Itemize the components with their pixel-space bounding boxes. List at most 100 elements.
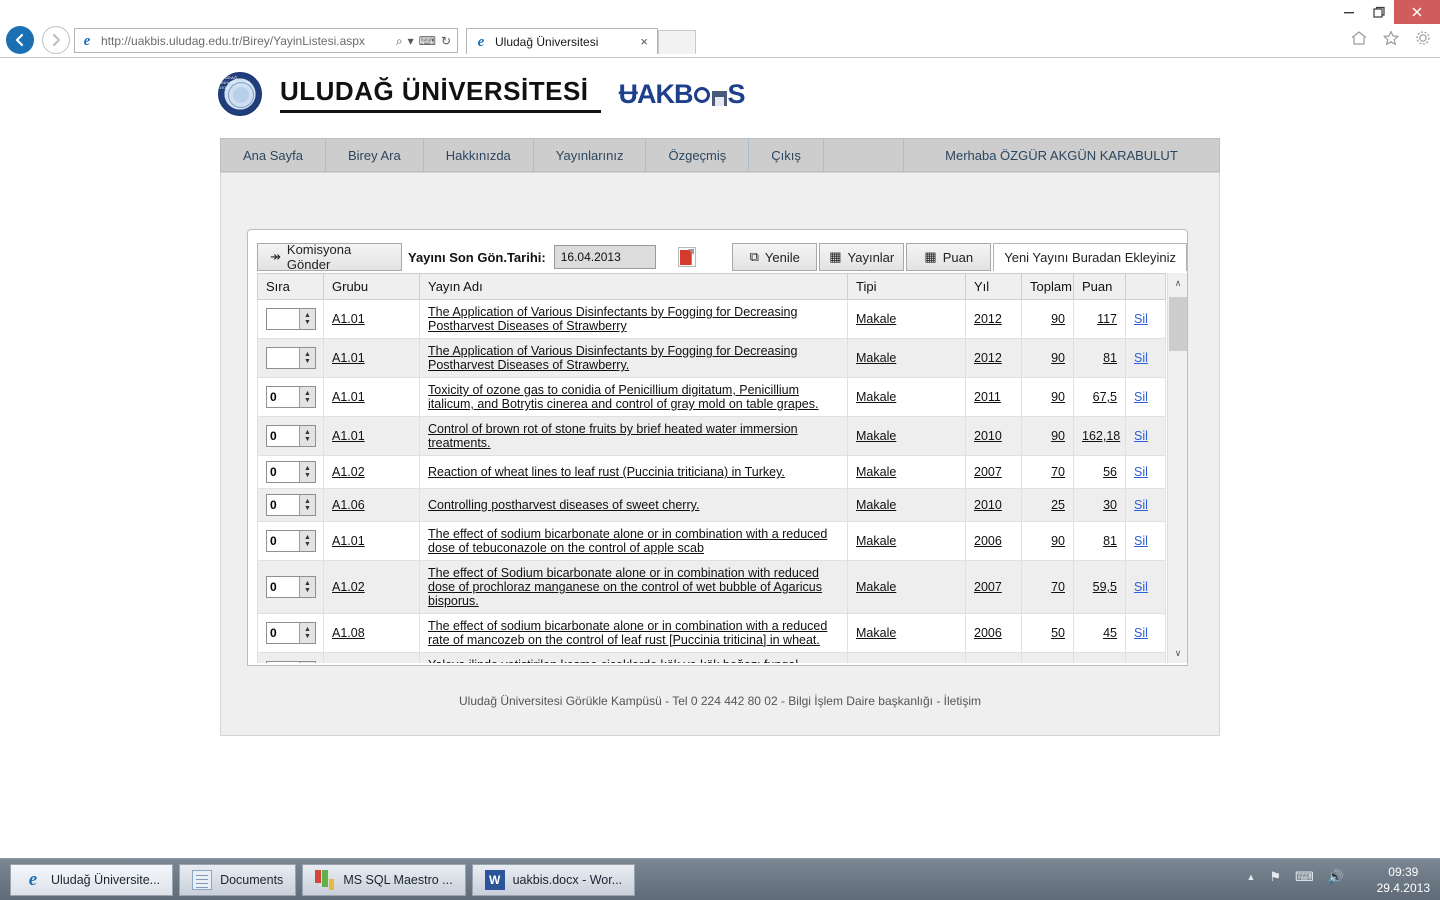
cell-puan[interactable]: 117 bbox=[1073, 299, 1126, 339]
cell-grubu-link[interactable]: A1.02 bbox=[332, 580, 365, 594]
order-value[interactable]: 0 bbox=[267, 495, 299, 515]
cell-yayin-adi-link[interactable]: The effect of sodium bicarbonate alone o… bbox=[428, 619, 827, 647]
stepper-arrows[interactable]: ▲▼ bbox=[299, 623, 315, 643]
stepper-arrows[interactable]: ▲▼ bbox=[299, 577, 315, 597]
cell-yil-link[interactable]: 2007 bbox=[974, 465, 1002, 479]
cell-grubu-link[interactable]: A1.01 bbox=[332, 351, 365, 365]
cell-tipi[interactable]: Makale bbox=[847, 299, 966, 339]
stepper-arrows[interactable]: ▲▼ bbox=[299, 531, 315, 551]
search-icon[interactable]: ⌕ bbox=[396, 35, 403, 47]
cell-sil[interactable]: Sil bbox=[1125, 521, 1166, 561]
gear-icon[interactable] bbox=[1414, 29, 1432, 47]
taskbar-item-documents[interactable]: Documents bbox=[179, 864, 297, 896]
cell-grubu[interactable]: A1.02 bbox=[323, 560, 420, 614]
cell-sil-link[interactable]: Sil bbox=[1134, 465, 1148, 479]
cell-yayin-adi[interactable]: Controlling postharvest diseases of swee… bbox=[419, 488, 848, 522]
cell-sil-link[interactable]: Sil bbox=[1134, 351, 1148, 365]
add-new-publication-tab[interactable]: Yeni Yayını Buradan Ekleyiniz bbox=[993, 243, 1187, 271]
chevron-up-icon[interactable]: ▲ bbox=[304, 580, 311, 587]
cell-yil[interactable]: 2010 bbox=[965, 416, 1022, 456]
cell-puan[interactable]: 45 bbox=[1073, 613, 1126, 653]
cell-grubu-link[interactable]: A1.06 bbox=[332, 498, 365, 512]
cell-grubu[interactable]: A1.01 bbox=[323, 299, 420, 339]
address-bar[interactable]: e ⌕ ▾ ⌨ ↻ bbox=[74, 28, 458, 53]
cell-toplam-link[interactable]: 70 bbox=[1051, 580, 1065, 594]
nav-item-ana-sayfa[interactable]: Ana Sayfa bbox=[221, 139, 326, 171]
order-value[interactable] bbox=[267, 348, 299, 368]
cell-tipi-link[interactable]: Makale bbox=[856, 351, 896, 365]
cell-puan-link[interactable]: 117 bbox=[1097, 312, 1117, 326]
cell-yil-link[interactable]: 2012 bbox=[974, 351, 1002, 365]
cell-tipi[interactable]: Makale bbox=[847, 377, 966, 417]
cell-grubu-link[interactable]: A1.01 bbox=[332, 429, 365, 443]
cell-toplam-link[interactable]: 90 bbox=[1051, 534, 1065, 548]
cell-grubu[interactable]: A1.01 bbox=[323, 338, 420, 378]
cell-yayin-adi[interactable]: The Application of Various Disinfectants… bbox=[419, 338, 848, 378]
order-stepper[interactable]: 0▲▼ bbox=[266, 494, 316, 516]
cell-yayin-adi[interactable]: Toxicity of ozone gas to conidia of Peni… bbox=[419, 377, 848, 417]
cell-puan-link[interactable]: 56 bbox=[1103, 465, 1117, 479]
cell-yil-link[interactable]: 2010 bbox=[974, 498, 1002, 512]
cell-toplam[interactable]: 90 bbox=[1021, 521, 1074, 561]
cell-puan-link[interactable]: 162,18 bbox=[1082, 429, 1120, 443]
order-stepper[interactable]: ▲ ▼ bbox=[266, 308, 316, 330]
back-button[interactable] bbox=[6, 26, 34, 54]
compatibility-view-icon[interactable]: ⌨ bbox=[419, 35, 436, 47]
show-hidden-icons-icon[interactable]: ▲ bbox=[1246, 872, 1255, 882]
cell-tipi-link[interactable]: Makale bbox=[856, 312, 896, 326]
send-to-commission-button[interactable]: ↠ Komisyona Gönder bbox=[257, 242, 402, 272]
home-icon[interactable] bbox=[1350, 29, 1368, 47]
refresh-button[interactable]: ⧉ Yenile bbox=[732, 243, 818, 271]
cell-toplam-link[interactable]: 90 bbox=[1051, 429, 1065, 443]
cell-grubu-link[interactable]: A1.01 bbox=[332, 390, 365, 404]
cell-grubu-link[interactable]: A1.01 bbox=[332, 534, 365, 548]
chevron-up-icon[interactable]: ▲ bbox=[304, 465, 311, 472]
cell-tipi-link[interactable]: Makale bbox=[856, 390, 896, 404]
address-input[interactable] bbox=[95, 32, 396, 49]
cell-yil[interactable]: 2012 bbox=[965, 338, 1022, 378]
cell-grubu-link[interactable]: A1.01 bbox=[332, 312, 365, 326]
order-stepper[interactable]: 0▲▼ bbox=[266, 530, 316, 552]
cell-puan-link[interactable]: 30 bbox=[1103, 498, 1117, 512]
scroll-down-icon[interactable]: ∨ bbox=[1168, 643, 1187, 663]
cell-yayin-adi-link[interactable]: The effect of Sodium bicarbonate alone o… bbox=[428, 566, 822, 608]
cell-yil-link[interactable]: 2011 bbox=[974, 390, 1001, 404]
cell-toplam[interactable]: 90 bbox=[1021, 416, 1074, 456]
cell-yayin-adi[interactable]: Control of brown rot of stone fruits by … bbox=[419, 416, 848, 456]
cell-yil[interactable]: 2012 bbox=[965, 299, 1022, 339]
cell-puan-link[interactable]: 59,5 bbox=[1093, 580, 1117, 594]
cell-puan[interactable]: 81 bbox=[1073, 338, 1126, 378]
column-header-puan[interactable]: Puan bbox=[1073, 273, 1126, 300]
cell-grubu[interactable]: A1.01 bbox=[323, 416, 420, 456]
cell-yayin-adi-link[interactable]: Reaction of wheat lines to leaf rust (Pu… bbox=[428, 465, 785, 479]
order-value[interactable]: 0 bbox=[267, 531, 299, 551]
cell-grubu[interactable]: A1.06 bbox=[323, 488, 420, 522]
cell-sil-link[interactable]: Sil bbox=[1134, 429, 1148, 443]
taskbar-item-word[interactable]: W uakbis.docx - Wor... bbox=[471, 864, 636, 896]
publications-button[interactable]: ▦ Yayınlar bbox=[819, 243, 905, 271]
cell-toplam-link[interactable]: 50 bbox=[1051, 626, 1065, 640]
order-value[interactable]: 0 bbox=[267, 662, 299, 663]
network-icon[interactable]: ⌨ bbox=[1295, 869, 1314, 885]
chevron-up-icon[interactable]: ▲ bbox=[304, 351, 311, 358]
stepper-arrows[interactable]: ▲▼ bbox=[299, 426, 315, 446]
cell-sil[interactable]: Sil bbox=[1125, 613, 1166, 653]
chevron-up-icon[interactable]: ▲ bbox=[304, 626, 311, 633]
nav-item-cikis[interactable]: Çıkış bbox=[749, 139, 824, 171]
cell-sil-link[interactable]: Sil bbox=[1134, 580, 1148, 594]
cell-tipi[interactable]: Makale bbox=[847, 455, 966, 489]
cell-yil-link[interactable]: 2006 bbox=[974, 534, 1002, 548]
nav-item-birey-ara[interactable]: Birey Ara bbox=[326, 139, 424, 171]
order-stepper[interactable]: 0▲▼ bbox=[266, 461, 316, 483]
order-value[interactable]: 0 bbox=[267, 623, 299, 643]
cell-toplam-link[interactable]: 90 bbox=[1051, 351, 1065, 365]
order-stepper[interactable]: 0▲▼ bbox=[266, 661, 316, 663]
cell-puan[interactable]: 81 bbox=[1073, 521, 1126, 561]
cell-sil-link[interactable]: Sil bbox=[1134, 534, 1148, 548]
cell-yayin-adi[interactable]: The effect of sodium bicarbonate alone o… bbox=[419, 521, 848, 561]
cell-yil[interactable]: 2006 bbox=[965, 613, 1022, 653]
chevron-down-icon[interactable]: ▼ bbox=[304, 541, 311, 548]
restore-button[interactable] bbox=[1364, 0, 1394, 24]
chevron-down-icon[interactable]: ▼ bbox=[304, 319, 311, 326]
stepper-arrows[interactable]: ▲▼ bbox=[299, 387, 315, 407]
